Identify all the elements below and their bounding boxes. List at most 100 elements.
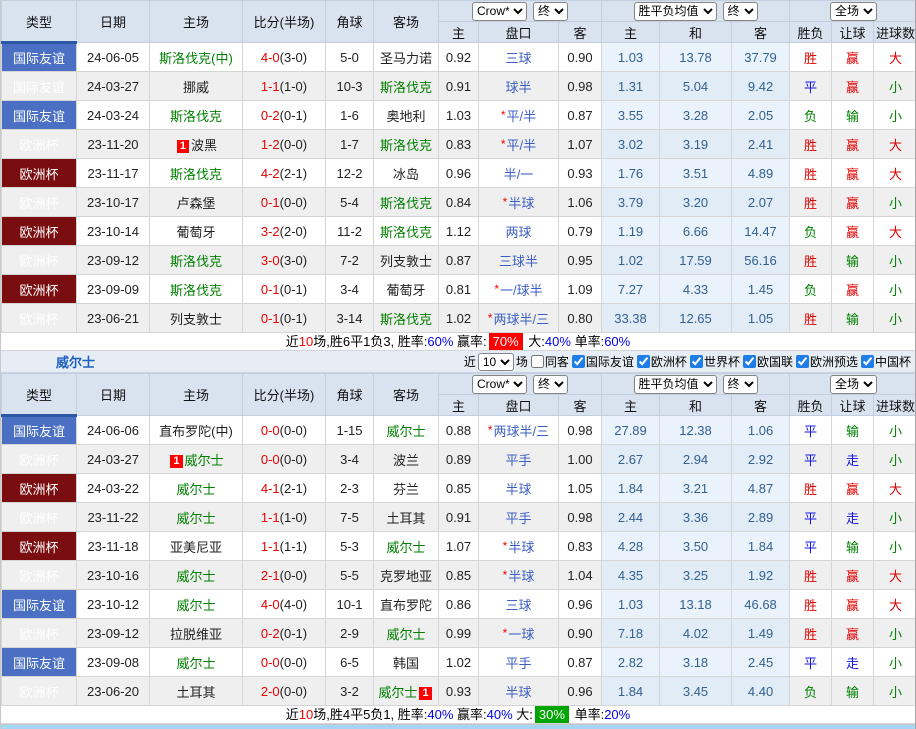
league-cell[interactable]: 欧洲杯 [2, 532, 77, 561]
away-team-cell[interactable]: 韩国 [374, 648, 439, 677]
away-team-cell[interactable]: 威尔士 [374, 532, 439, 561]
away-team-cell[interactable]: 土耳其 [374, 503, 439, 532]
eu-avg-select[interactable]: 胜平负均值 [634, 375, 717, 394]
away-team-cell[interactable]: 斯洛伐克 [374, 72, 439, 101]
competition-checkbox[interactable] [861, 355, 874, 368]
away-team-cell[interactable]: 斯洛伐克 [374, 188, 439, 217]
league-cell[interactable]: 国际友谊 [2, 101, 77, 130]
match-count-select[interactable]: 10 [478, 353, 514, 371]
league-cell[interactable]: 国际友谊 [2, 648, 77, 677]
competition-checkbox[interactable] [637, 355, 650, 368]
home-team-cell[interactable]: 土耳其 [150, 677, 243, 706]
same-away-filter[interactable]: 同客 [531, 353, 569, 370]
competition-filter[interactable]: 中国杯 [861, 353, 911, 370]
result-handicap-cell: 赢 [832, 130, 874, 159]
company-select[interactable]: Crow* [472, 2, 527, 21]
final-odds-select[interactable]: 终 [533, 2, 568, 21]
away-team-cell[interactable]: 圣马力诺 [374, 43, 439, 72]
league-cell[interactable]: 国际友谊 [2, 590, 77, 619]
home-team-cell[interactable]: 亚美尼亚 [150, 532, 243, 561]
competition-label: 世界杯 [704, 353, 740, 370]
home-team-cell[interactable]: 威尔士 [150, 474, 243, 503]
home-team-cell[interactable]: 威尔士 [150, 648, 243, 677]
league-cell[interactable]: 欧洲杯 [2, 130, 77, 159]
competition-checkbox[interactable] [572, 355, 585, 368]
home-team-cell[interactable]: 斯洛伐克 [150, 246, 243, 275]
away-team-cell[interactable]: 斯洛伐克 [374, 217, 439, 246]
home-team-cell[interactable]: 直布罗陀(中) [150, 416, 243, 445]
away-team-cell[interactable]: 波兰 [374, 445, 439, 474]
handicap-cell: *一球 [479, 619, 559, 648]
league-cell[interactable]: 欧洲杯 [2, 474, 77, 503]
league-cell[interactable]: 欧洲杯 [2, 217, 77, 246]
col-header-corner: 角球 [326, 1, 374, 43]
league-cell[interactable]: 欧洲杯 [2, 619, 77, 648]
home-team-cell[interactable]: 拉脱维亚 [150, 619, 243, 648]
eu-draw-odds-cell: 3.45 [660, 677, 732, 706]
final-odds-select[interactable]: 终 [533, 375, 568, 394]
home-team-cell[interactable]: 斯洛伐克 [150, 275, 243, 304]
home-team-cell[interactable]: 挪威 [150, 72, 243, 101]
final-eu-select[interactable]: 终 [723, 375, 758, 394]
result-wdl-cell: 平 [790, 72, 832, 101]
home-team-cell[interactable]: 列支敦士 [150, 304, 243, 333]
competition-filter[interactable]: 欧洲杯 [637, 353, 687, 370]
away-team-cell[interactable]: 威尔士1 [374, 677, 439, 706]
away-team-cell[interactable]: 斯洛伐克 [374, 304, 439, 333]
home-team-cell[interactable]: 威尔士 [150, 590, 243, 619]
away-team-cell[interactable]: 冰岛 [374, 159, 439, 188]
score-cell: 4-0(4-0) [243, 590, 326, 619]
result-goals-cell: 小 [874, 532, 916, 561]
league-cell[interactable]: 欧洲杯 [2, 561, 77, 590]
home-team-cell[interactable]: 卢森堡 [150, 188, 243, 217]
home-team-cell[interactable]: 威尔士 [150, 503, 243, 532]
same-away-checkbox[interactable] [531, 355, 544, 368]
league-cell[interactable]: 国际友谊 [2, 416, 77, 445]
away-team-cell[interactable]: 威尔士 [374, 619, 439, 648]
scope-select[interactable]: 全场 [830, 2, 877, 21]
competition-checkbox[interactable] [690, 355, 703, 368]
home-team-cell[interactable]: 葡萄牙 [150, 217, 243, 246]
eu-avg-select[interactable]: 胜平负均值 [634, 2, 717, 21]
league-cell[interactable]: 欧洲杯 [2, 246, 77, 275]
league-cell[interactable]: 欧洲杯 [2, 445, 77, 474]
league-cell[interactable]: 欧洲杯 [2, 159, 77, 188]
league-cell[interactable]: 国际友谊 [2, 72, 77, 101]
league-cell[interactable]: 国际友谊 [2, 43, 77, 72]
away-team-cell[interactable]: 葡萄牙 [374, 275, 439, 304]
date-cell: 23-11-20 [77, 130, 150, 159]
league-cell[interactable]: 欧洲杯 [2, 275, 77, 304]
competition-filter[interactable]: 国际友谊 [572, 353, 634, 370]
home-team-cell[interactable]: 斯洛伐克 [150, 159, 243, 188]
scope-select[interactable]: 全场 [830, 375, 877, 394]
corner-cell: 12-2 [326, 159, 374, 188]
league-cell[interactable]: 欧洲杯 [2, 304, 77, 333]
filter-controls: 近 10 场 同客 国际友谊欧洲杯世界杯欧国联欧洲预选中国杯 [464, 353, 911, 371]
away-team-cell[interactable]: 直布罗陀 [374, 590, 439, 619]
competition-filter[interactable]: 欧洲预选 [796, 353, 858, 370]
away-team-cell[interactable]: 奥地利 [374, 101, 439, 130]
home-team-cell[interactable]: 斯洛伐克 [150, 101, 243, 130]
home-team-cell[interactable]: 斯洛伐克(中) [150, 43, 243, 72]
away-team-cell[interactable]: 克罗地亚 [374, 561, 439, 590]
competition-checkbox[interactable] [743, 355, 756, 368]
final-eu-select[interactable]: 终 [723, 2, 758, 21]
league-cell[interactable]: 欧洲杯 [2, 677, 77, 706]
home-team-cell[interactable]: 威尔士 [150, 561, 243, 590]
away-team-cell[interactable]: 斯洛伐克 [374, 130, 439, 159]
away-team-cell[interactable]: 列支敦士 [374, 246, 439, 275]
away-team-cell[interactable]: 芬兰 [374, 474, 439, 503]
company-select[interactable]: Crow* [472, 375, 527, 394]
team-name: 芬兰 [393, 482, 419, 497]
away-team-cell[interactable]: 威尔士 [374, 416, 439, 445]
competition-filter[interactable]: 世界杯 [690, 353, 740, 370]
result-goals-cell: 小 [874, 188, 916, 217]
home-team-cell[interactable]: 1威尔士 [150, 445, 243, 474]
competition-checkbox[interactable] [796, 355, 809, 368]
league-cell[interactable]: 欧洲杯 [2, 503, 77, 532]
league-cell[interactable]: 欧洲杯 [2, 188, 77, 217]
home-team-cell[interactable]: 1波黑 [150, 130, 243, 159]
score-cell: 3-2(2-0) [243, 217, 326, 246]
competition-filter[interactable]: 欧国联 [743, 353, 793, 370]
team-name: 斯洛伐克 [170, 109, 222, 124]
